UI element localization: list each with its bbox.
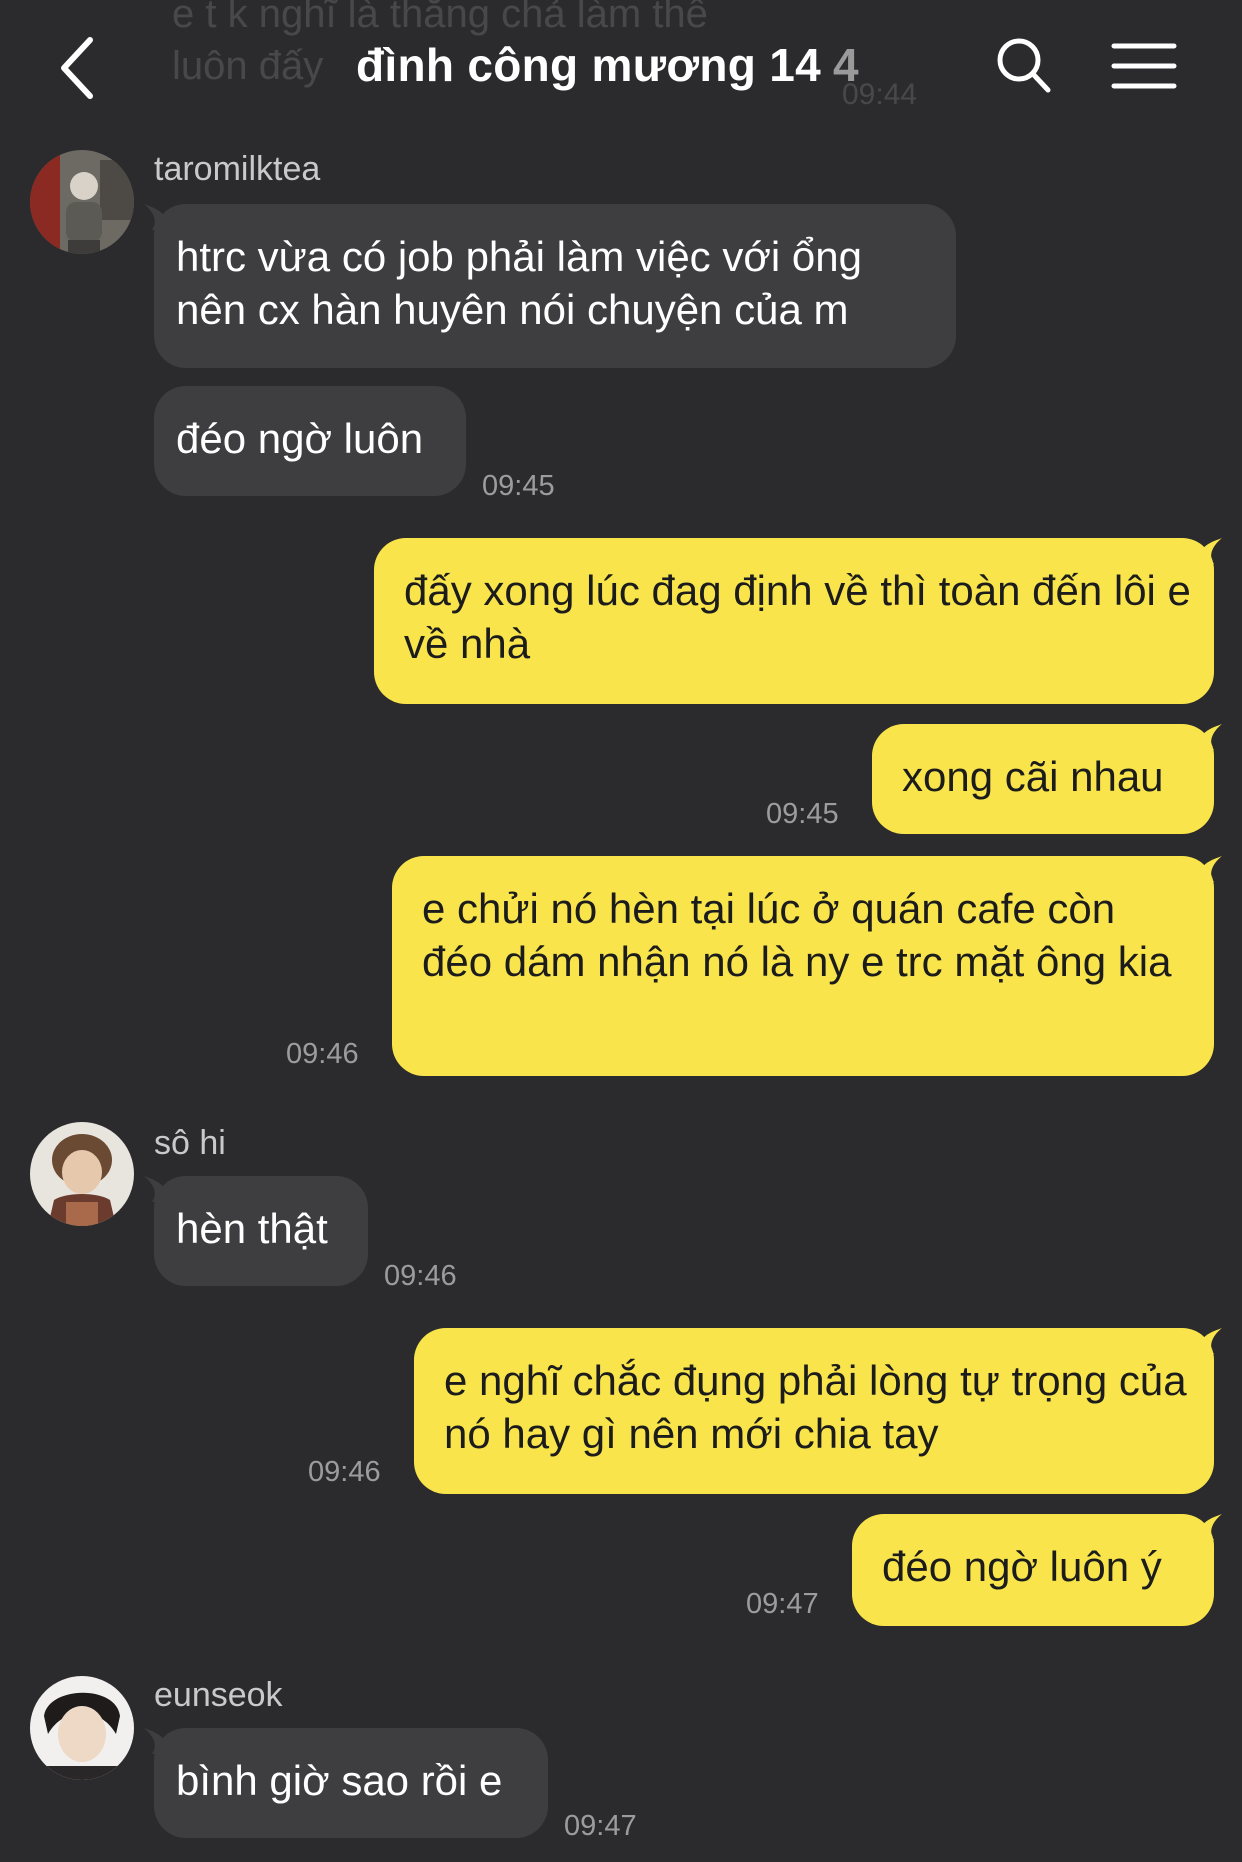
- bubble-tail: [1196, 1328, 1222, 1354]
- message-time: 09:47: [746, 1588, 819, 1620]
- message-time: 09:45: [482, 470, 555, 502]
- message-bubble[interactable]: đéo ngờ luôn ý: [852, 1514, 1214, 1626]
- message-bubble[interactable]: hèn thật: [154, 1176, 368, 1286]
- message-bubble[interactable]: htrc vừa có job phải làm việc với ổng nê…: [154, 204, 956, 368]
- sender-name: taromilktea: [154, 150, 321, 188]
- chat-title: đình công mương 14 4: [356, 38, 859, 92]
- sender-name: sô hi: [154, 1124, 226, 1162]
- avatar-so-hi[interactable]: [30, 1122, 134, 1226]
- chat-title-text: đình công mương 14: [356, 39, 821, 91]
- chat-header: đình công mương 14 4: [0, 0, 1242, 134]
- chevron-left-icon: [61, 37, 93, 99]
- bubble-tail: [1196, 724, 1222, 750]
- member-count: 4: [832, 39, 859, 91]
- message-time: 09:47: [564, 1810, 637, 1842]
- message-time: 09:45: [766, 798, 839, 830]
- bubble-tail: [1196, 1514, 1222, 1540]
- message-bubble[interactable]: xong cãi nhau: [872, 724, 1214, 834]
- avatar-eunseok[interactable]: [30, 1676, 134, 1780]
- back-button[interactable]: [50, 30, 110, 106]
- search-icon: [997, 38, 1051, 93]
- menu-button[interactable]: [1110, 38, 1178, 94]
- search-button[interactable]: [994, 34, 1054, 98]
- message-bubble[interactable]: bình giờ sao rồi e: [154, 1728, 548, 1838]
- message-bubble[interactable]: e chửi nó hèn tại lúc ở quán cafe còn đé…: [392, 856, 1214, 1076]
- bubble-tail: [1196, 856, 1222, 882]
- message-time: 09:46: [384, 1260, 457, 1292]
- message-bubble[interactable]: đấy xong lúc đag định về thì toàn đến lô…: [374, 538, 1214, 704]
- sender-name: eunseok: [154, 1676, 283, 1714]
- message-bubble[interactable]: đéo ngờ luôn: [154, 386, 466, 496]
- bubble-tail: [1196, 538, 1222, 564]
- message-time: 09:46: [308, 1456, 381, 1488]
- hamburger-menu-icon: [1111, 43, 1177, 89]
- message-bubble[interactable]: e nghĩ chắc đụng phải lòng tự trọng của …: [414, 1328, 1214, 1494]
- avatar-taromilktea[interactable]: [30, 150, 134, 254]
- message-time: 09:46: [286, 1038, 359, 1070]
